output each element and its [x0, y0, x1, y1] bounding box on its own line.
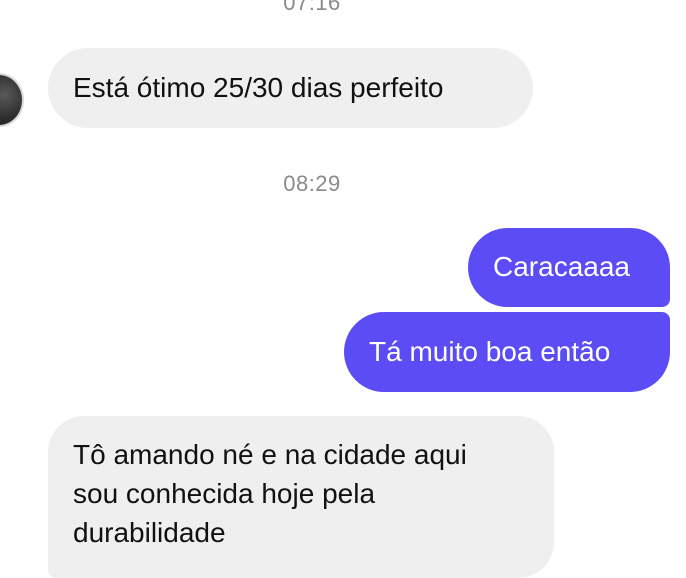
- timestamp: 08:29: [283, 171, 341, 196]
- incoming-message[interactable]: Tô amando né e na cidade aqui sou conhec…: [48, 416, 554, 578]
- timestamp: 07:16: [283, 0, 341, 15]
- message-text: Está ótimo 25/30 dias perfeito: [73, 72, 444, 103]
- message-text-line: Tô amando né e na cidade aqui: [73, 439, 467, 470]
- outgoing-message[interactable]: Tá muito boa então: [344, 312, 670, 392]
- outgoing-message[interactable]: Caracaaaa: [468, 228, 670, 307]
- chat-thread: 07:16 Está ótimo 25/30 dias perfeito 08:…: [0, 0, 686, 578]
- message-text-line: durabilidade: [73, 517, 226, 548]
- incoming-message[interactable]: Está ótimo 25/30 dias perfeito: [48, 48, 533, 128]
- message-text: Caracaaaa: [493, 251, 630, 282]
- message-text-line: sou conhecida hoje pela: [73, 478, 376, 509]
- contact-avatar-icon[interactable]: [0, 73, 24, 127]
- message-text: Tá muito boa então: [369, 336, 611, 367]
